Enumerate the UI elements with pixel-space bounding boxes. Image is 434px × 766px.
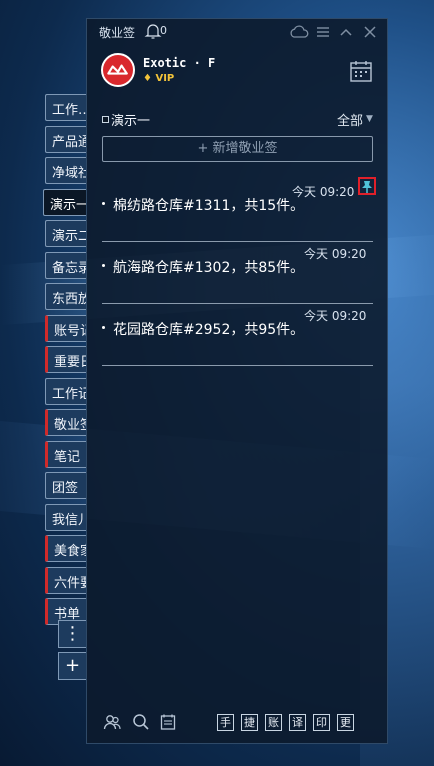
note-text: 花园路仓库#2952，共95件。: [113, 322, 305, 338]
avatar[interactable]: [101, 53, 135, 87]
close-icon[interactable]: [362, 24, 378, 40]
category-tab[interactable]: 工作…: [45, 94, 87, 121]
notes-icon[interactable]: [159, 713, 177, 731]
note-time: 今天 09:20: [304, 247, 367, 261]
note-text: 航海路仓库#1302，共85件。: [113, 260, 305, 276]
title-bar[interactable]: 敬业签 0: [87, 19, 387, 45]
category-tab[interactable]: 账号记: [45, 314, 87, 342]
category-tab[interactable]: 六件要: [45, 566, 87, 594]
category-tab[interactable]: 团签: [45, 472, 87, 499]
note-item[interactable]: 今天 09:20 航海路仓库#1302，共85件。: [102, 241, 373, 304]
category-tab[interactable]: 演示二: [45, 220, 87, 247]
menu-icon[interactable]: [315, 24, 331, 40]
category-tab[interactable]: 笔记: [45, 440, 87, 468]
category-tab[interactable]: 产品通: [45, 125, 87, 153]
group-title: 演示一: [111, 114, 151, 129]
quick-key-button[interactable]: 手: [217, 714, 234, 731]
note-time: 今天 09:20: [304, 309, 367, 323]
caret-down-icon[interactable]: ▼: [366, 114, 373, 124]
vip-label: VIP: [155, 73, 175, 84]
category-tab[interactable]: 美食家: [45, 535, 87, 562]
quick-key-button[interactable]: 译: [289, 714, 306, 731]
category-tab[interactable]: 我信儿: [45, 503, 87, 531]
chevron-up-icon[interactable]: [338, 24, 354, 40]
quick-key-button[interactable]: 印: [313, 714, 330, 731]
quick-key-button[interactable]: 捷: [241, 714, 258, 731]
plus-icon: +: [64, 655, 81, 676]
more-tabs-button[interactable]: ⋮: [58, 620, 86, 648]
user-name: Exotic · F: [143, 56, 216, 70]
note-bullet: [102, 202, 105, 205]
notification-count: 0: [160, 24, 167, 37]
pin-button[interactable]: [358, 177, 376, 195]
vip-badge: ♦ VIP: [143, 73, 175, 84]
category-tab[interactable]: 敬业签: [45, 409, 87, 436]
category-tabs: 工作… 产品通净域社演示一演示二备忘录东西放账号记重要日工作记敬业签笔记团签我信儿…: [43, 94, 87, 630]
quick-key-button[interactable]: 更: [337, 714, 354, 731]
category-tab[interactable]: 净域社: [45, 157, 87, 184]
category-tab[interactable]: 备忘录: [45, 251, 87, 279]
search-icon[interactable]: [132, 713, 150, 731]
note-item[interactable]: 今天 09:20 棉纺路仓库#1311，共15件。: [102, 177, 376, 242]
category-tab[interactable]: 工作记: [45, 377, 87, 405]
category-tab[interactable]: 演示一: [43, 188, 87, 216]
note-bullet: [102, 264, 105, 267]
pin-icon: [362, 181, 372, 193]
quick-key-button[interactable]: 账: [265, 714, 282, 731]
users-icon[interactable]: [103, 713, 121, 731]
cloud-sync-icon[interactable]: [289, 24, 309, 40]
category-tab[interactable]: 东西放: [45, 283, 87, 310]
more-icon: ⋮: [63, 623, 82, 644]
app-title: 敬业签: [99, 26, 136, 40]
calendar-icon[interactable]: [349, 59, 373, 83]
add-note-button[interactable]: + 新增敬业签: [102, 136, 373, 162]
category-tab[interactable]: 重要日: [45, 346, 87, 373]
note-window: 敬业签 0 Exotic · F ♦ VIP 演示一 全部 ▼ + 新增敬业签 …: [86, 18, 388, 744]
add-tab-button[interactable]: +: [58, 652, 86, 680]
bottom-toolbar: 手捷账译印更: [87, 711, 387, 737]
avatar-logo-icon: [107, 64, 128, 75]
filter-dropdown[interactable]: 全部: [337, 110, 363, 129]
note-text: 棉纺路仓库#1311，共15件。: [113, 198, 305, 214]
note-bullet: [102, 326, 105, 329]
group-marker: [102, 116, 109, 123]
note-item[interactable]: 今天 09:20 花园路仓库#2952，共95件。: [102, 303, 373, 366]
